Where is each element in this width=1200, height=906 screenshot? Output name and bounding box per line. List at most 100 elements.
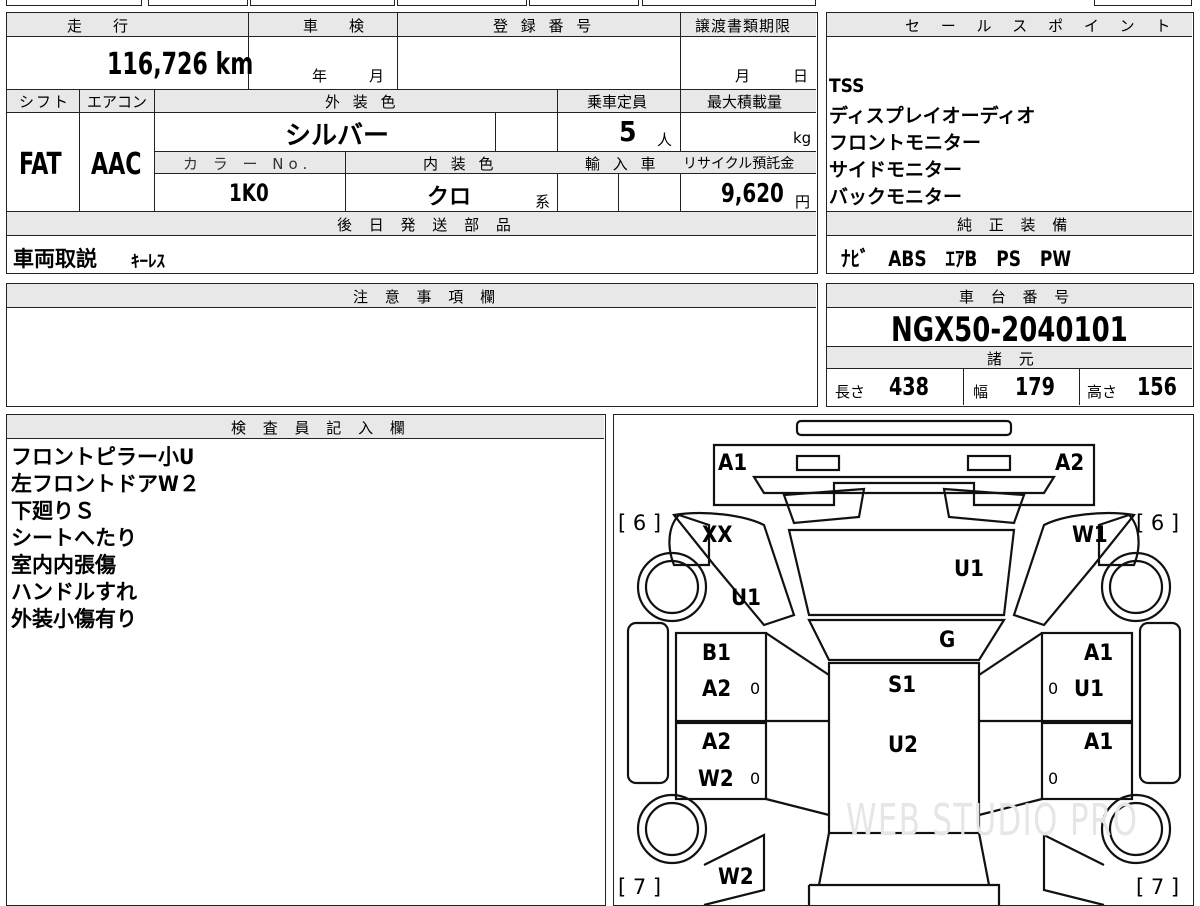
parts-sub-value: ｷｰﾚｽ bbox=[131, 252, 165, 272]
max-load-label: 最大積載量 bbox=[707, 93, 783, 111]
damage-left-a-pillar: U1 bbox=[731, 586, 761, 611]
inspector-line: 下廻りＳ bbox=[11, 499, 95, 523]
capacity-value: 5 bbox=[619, 115, 637, 148]
notes-panel: 注 意 事 項 欄 bbox=[6, 283, 818, 407]
right-side-rail bbox=[1138, 621, 1182, 785]
capacity-label: 乗車定員 bbox=[587, 93, 648, 111]
height-label: 高さ bbox=[1087, 383, 1118, 401]
sales-point-item: バックモニター bbox=[829, 186, 963, 208]
transfer-deadline-label: 譲渡書類期限 bbox=[695, 17, 792, 35]
zero-mark: 0 bbox=[750, 769, 761, 788]
inspector-line: シートへたり bbox=[11, 526, 137, 550]
chassis-panel: 車 台 番 号 NGX50-2040101 諸 元 長さ 438 幅 179 高… bbox=[826, 283, 1194, 407]
damage-front-left: A1 bbox=[718, 451, 748, 476]
divider bbox=[345, 151, 346, 211]
inspection-year: 年 bbox=[312, 67, 328, 85]
damage-left-fender: XX bbox=[702, 523, 733, 548]
inspector-line: ハンドルすれ bbox=[11, 580, 137, 604]
transfer-month: 月 bbox=[735, 67, 751, 85]
damage-floor: U2 bbox=[888, 733, 918, 758]
width-value: 179 bbox=[1015, 372, 1055, 401]
sales-point-item: ディスプレイオーディオ bbox=[829, 105, 1036, 127]
watermark: WEB STUDIO PRO bbox=[846, 795, 1139, 846]
divider bbox=[79, 89, 80, 211]
hood-outline bbox=[712, 443, 1096, 507]
tire-reading-rear-left: [ 7 ] bbox=[618, 875, 662, 899]
zero-mark: 0 bbox=[1048, 679, 1059, 698]
tire-reading-front-left: [ 6 ] bbox=[618, 511, 662, 535]
exterior-color-value: シルバー bbox=[285, 121, 390, 151]
divider bbox=[154, 89, 155, 211]
specs-label: 諸 元 bbox=[987, 350, 1040, 368]
damage-diagram-panel: WEB STUDIO PRO A1 A2 XX W1 U1 U1 G B1 A2… bbox=[613, 414, 1194, 906]
standard-equipment-value: ﾅﾋﾞ ABS ｴｱB PS PW bbox=[841, 247, 1072, 271]
divider bbox=[963, 369, 964, 405]
import-label: 輸 入 車 bbox=[585, 155, 660, 173]
damage-dashboard: G bbox=[939, 628, 956, 653]
tire-reading-rear-right: [ 7 ] bbox=[1136, 875, 1180, 899]
tire-rear-left-inner bbox=[644, 801, 700, 857]
sales-point-item: フロントモニター bbox=[829, 132, 982, 154]
interior-color-label: 内 装 色 bbox=[423, 155, 498, 173]
dashboard bbox=[807, 618, 1006, 662]
divider bbox=[557, 89, 558, 211]
color-no-label: カ ラ ー No. bbox=[183, 155, 313, 173]
divider bbox=[1079, 369, 1080, 405]
damage-front-left-door-a: B1 bbox=[702, 641, 731, 666]
standard-equipment-label: 純 正 装 備 bbox=[957, 216, 1074, 234]
top-strip bbox=[1094, 0, 1192, 6]
inspection-month: 月 bbox=[369, 67, 385, 85]
recycle-fee-unit: 円 bbox=[795, 193, 811, 211]
chassis-number-label: 車 台 番 号 bbox=[959, 288, 1076, 306]
recycle-fee-value: 9,620 bbox=[721, 179, 784, 209]
divider bbox=[495, 113, 496, 151]
damage-right-fender: W1 bbox=[1072, 523, 1108, 548]
chassis-number-value: NGX50-2040101 bbox=[891, 310, 1128, 350]
top-strip bbox=[397, 0, 527, 6]
exterior-color-label: 外 装 色 bbox=[325, 93, 400, 111]
damage-rear-left-door-a: A2 bbox=[702, 730, 732, 755]
divider bbox=[680, 89, 681, 211]
inspector-panel: 検 査 員 記 入 欄 フロントピラー小U 左フロントドアW２ 下廻りＳ シート… bbox=[6, 414, 606, 906]
tire-front-left-outer bbox=[636, 551, 708, 623]
divider bbox=[618, 174, 619, 211]
inspector-line: 左フロントドアW２ bbox=[11, 472, 200, 496]
left-door-lines bbox=[765, 632, 830, 817]
interior-color-suffix: 系 bbox=[535, 193, 551, 211]
damage-rear-right-door: A1 bbox=[1084, 730, 1114, 755]
shift-value: FAT bbox=[19, 147, 62, 182]
parts-main-value: 車両取説 bbox=[13, 247, 97, 271]
sales-point-item: サイドモニター bbox=[829, 159, 963, 181]
inspection-label: 車 検 bbox=[303, 17, 373, 35]
zero-mark: 0 bbox=[750, 679, 761, 698]
height-value: 156 bbox=[1137, 372, 1177, 401]
width-label: 幅 bbox=[973, 383, 989, 401]
inspector-line: 室内内張傷 bbox=[11, 553, 116, 577]
divider bbox=[680, 13, 681, 89]
left-side-rail bbox=[626, 621, 670, 785]
damage-rear-left-door-b: W2 bbox=[698, 767, 734, 792]
damage-front-right: A2 bbox=[1055, 451, 1085, 476]
max-load-unit: kg bbox=[793, 129, 812, 147]
top-strip bbox=[6, 0, 142, 6]
zero-mark: 0 bbox=[1048, 769, 1059, 788]
top-strip bbox=[529, 0, 639, 6]
divider bbox=[397, 13, 398, 89]
tire-rear-left-outer bbox=[636, 793, 708, 865]
damage-windshield: U1 bbox=[954, 557, 984, 582]
top-strip bbox=[148, 0, 248, 6]
vehicle-info-table: 走 行 車 検 登 録 番 号 譲渡書類期限 116,726 km 年 月 月 … bbox=[6, 12, 818, 274]
length-value: 438 bbox=[889, 372, 929, 401]
aircon-label: エアコン bbox=[87, 93, 148, 111]
mileage-value: 116,726 km bbox=[107, 47, 254, 82]
inspector-label: 検 査 員 記 入 欄 bbox=[231, 419, 411, 437]
parts-label: 後 日 発 送 部 品 bbox=[337, 216, 517, 234]
recycle-fee-label: リサイクル預託金 bbox=[683, 156, 795, 172]
inspector-line: フロントピラー小U bbox=[11, 445, 195, 469]
damage-front-right-door-a: A1 bbox=[1084, 641, 1114, 666]
capacity-unit: 人 bbox=[657, 131, 673, 149]
sales-point-item: TSS bbox=[829, 75, 865, 97]
damage-rear-left-quarter: W2 bbox=[718, 865, 754, 890]
tire-front-right-inner bbox=[1108, 559, 1164, 615]
transfer-day: 日 bbox=[793, 67, 809, 85]
